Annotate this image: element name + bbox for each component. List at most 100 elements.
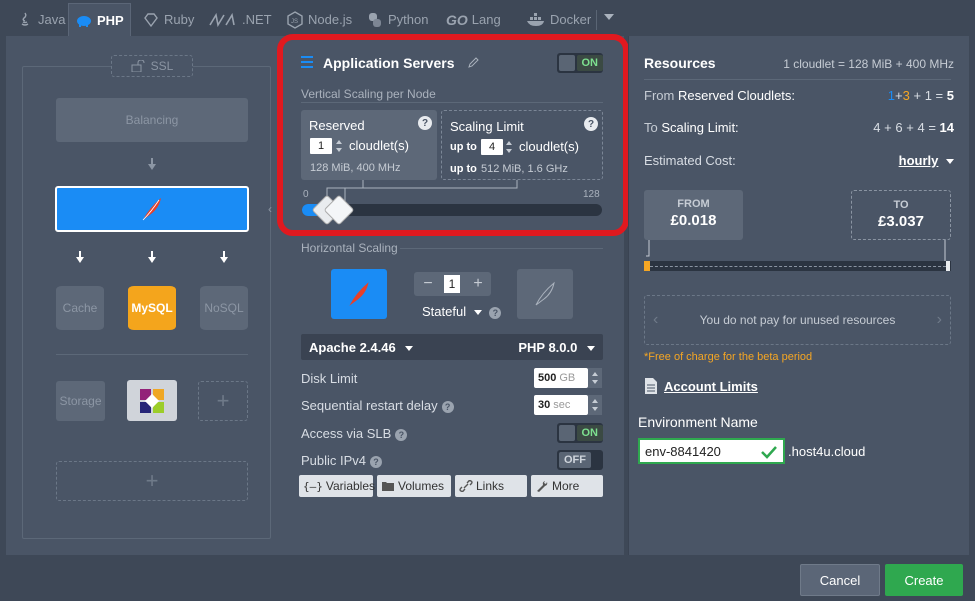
mysql-node[interactable]: MySQL [128,286,176,330]
help-icon[interactable]: ? [441,400,454,413]
tab-ruby[interactable]: Ruby [136,3,200,36]
arrow-down-icon [148,164,156,170]
resources-title: Resources [644,55,716,71]
disk-limit-label: Disk Limit [301,371,358,386]
php-version-select[interactable]: PHP 8.0.0 [518,340,595,355]
spinner-icon [592,372,598,384]
disk-limit-unit: GB [559,372,576,384]
more-button[interactable]: More [531,475,603,497]
sum-op: = [928,120,936,135]
cost-period-label: hourly [898,153,939,168]
decrement-button[interactable]: − [416,272,440,296]
restart-delay-spinner[interactable] [588,395,602,415]
balancing-label: Balancing [125,113,179,127]
sum-op: + [913,88,922,103]
sum-part: 4 [917,120,925,135]
topology-divider [56,354,248,355]
add-node-button[interactable]: + [198,381,248,421]
unlock-icon [131,60,145,72]
price-to-label: TO [893,199,909,211]
balancing-node[interactable]: Balancing [56,98,248,142]
cancel-button[interactable]: Cancel [800,564,880,596]
volumes-button[interactable]: Volumes [377,475,451,497]
price-min-marker [644,261,650,271]
slb-toggle[interactable]: ON [557,423,603,443]
tab-label: PHP [97,12,124,28]
disk-limit-value: 500 [538,372,557,384]
node-count-value[interactable]: 1 [444,275,460,293]
next-chevron-icon[interactable]: › [937,311,942,329]
server-version-label: Apache 2.4.46 [309,340,396,355]
increment-button[interactable]: + [466,272,490,296]
nosql-node[interactable]: NoSQL [200,286,248,330]
ipv4-text: Public IPv4 [301,453,367,468]
price-to-value: £3.037 [878,213,924,230]
tab-nodejs[interactable]: JS Node.js [280,3,358,36]
price-to-box: TO £3.037 [851,190,951,240]
collapse-chevron-icon[interactable]: ‹ [268,202,272,216]
slb-text: Access via SLB [301,426,392,441]
tab-dotnet[interactable]: .NET [202,3,278,36]
sum-part: 1 [924,88,932,103]
ssl-toggle[interactable]: SSL [111,55,193,77]
divider [644,79,951,80]
arrow-down-icon [148,257,156,263]
restart-delay-label: Sequential restart delay? [301,398,454,413]
add-layer-button[interactable]: + [56,461,248,501]
tab-python[interactable]: Python [360,3,434,36]
cache-node[interactable]: Cache [56,286,104,330]
engine-tabbar: Java PHP Ruby .NET JS Node.js Python GO … [0,0,975,36]
more-tabs-chevron-icon[interactable] [604,14,614,20]
toggle-label: OFF [559,452,591,468]
prev-chevron-icon[interactable]: ‹ [653,311,658,329]
tab-label: Node.js [308,12,353,27]
storage-label: Storage [59,394,102,408]
environment-name-input[interactable]: env-8841420 [638,438,785,464]
reserved-cloudlets-sum: 1+3 + 1 = 5 [888,88,954,103]
variables-button[interactable]: {–} Variables [299,475,375,497]
centos-node[interactable] [127,380,177,421]
tab-label: Ruby [164,12,195,27]
sum-op: = [935,88,944,103]
sum-part: 1 [887,88,896,103]
spinner-icon [592,399,598,411]
apache-php-node[interactable] [55,186,249,232]
disk-limit-input[interactable]: 500 GB [534,368,588,388]
ssl-label: SSL [150,59,174,73]
tab-docker[interactable]: Docker [520,3,597,36]
restart-delay-value: 30 [538,399,551,411]
sum-op: + [884,120,892,135]
links-button[interactable]: Links [455,475,527,497]
arrow-down-icon [220,257,228,263]
tab-label: Java [38,12,66,27]
tab-php[interactable]: PHP [68,3,131,36]
price-max-marker [946,261,950,271]
apache-feather-icon [142,198,161,221]
node-count-stepper[interactable]: − 1 + [414,272,491,296]
storage-node[interactable]: Storage [56,381,105,421]
tab-java[interactable]: Java [10,3,71,36]
help-icon[interactable]: ? [370,455,383,468]
server-version-select[interactable]: Apache 2.4.46 [309,340,414,355]
centos-icon [140,388,164,413]
disk-limit-spinner[interactable] [588,368,602,388]
feather-node-gray[interactable] [517,269,573,319]
account-limits-link[interactable]: Account Limits [664,379,758,394]
tab-go[interactable]: GO Lang [440,3,507,36]
php-elephant-icon [77,16,91,27]
caret-down-icon [946,159,954,165]
unused-resources-note: ‹ You do not pay for unused resources › [644,295,951,345]
caret-down-icon [587,346,595,352]
scaling-limit-sum: 4 + 6 + 4 = 14 [873,120,954,135]
apache-node-icon-button[interactable] [331,269,387,319]
help-icon[interactable]: ? [395,428,408,441]
cost-period-select[interactable]: hourly [899,153,954,168]
ipv4-toggle[interactable]: OFF [557,450,603,470]
limit-text: Scaling Limit: [661,120,739,135]
scaling-mode-select[interactable]: Stateful ? [422,304,502,319]
environment-name-label: Environment Name [638,414,758,430]
create-button[interactable]: Create [885,564,963,596]
highlight-outline [277,34,629,236]
help-icon[interactable]: ? [489,306,502,319]
restart-delay-input[interactable]: 30 sec [534,395,588,415]
